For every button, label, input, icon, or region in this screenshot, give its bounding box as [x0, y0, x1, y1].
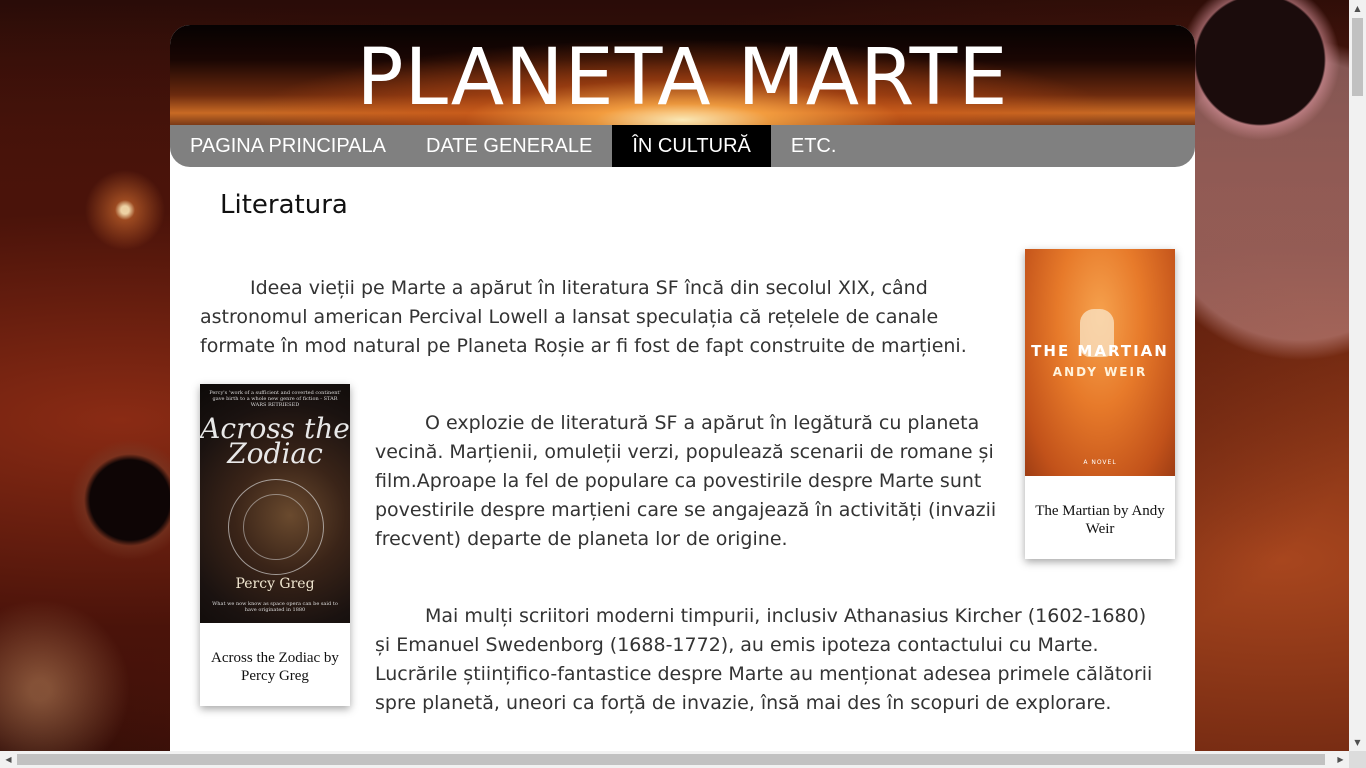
page-container: PLANETA MARTE PAGINA PRINCIPALA DATE GEN… — [170, 25, 1195, 752]
paragraph-explosion: O explozie de literatură SF a apărut în … — [375, 412, 997, 550]
cover-note: A NOVEL — [1083, 459, 1117, 466]
cover-blurb: Percy's 'work of a sufficient and covert… — [209, 390, 341, 408]
paragraph-early-writers: Mai mulți scriitori moderni timpurii, in… — [375, 605, 1153, 714]
zodiac-inner-ring-icon — [243, 494, 309, 560]
scroll-up-icon[interactable]: ▲ — [1349, 0, 1366, 17]
nav-item-in-cultura[interactable]: ÎN CULTURĂ — [612, 125, 771, 167]
cover-title: Across the Zodiac — [200, 412, 350, 470]
cover-title: THE MARTIAN — [1031, 342, 1169, 360]
book-cover-the-martian: THE MARTIAN ANDY WEIR A NOVEL — [1025, 249, 1175, 476]
section-title: Literatura — [220, 190, 348, 220]
site-title: PLANETA MARTE — [356, 33, 1009, 123]
horizontal-scrollbar[interactable]: ◀ ▶ — [0, 751, 1349, 768]
figure-caption: Across the Zodiac by Percy Greg — [211, 650, 339, 684]
paragraph-intro: Ideea vieții pe Marte a apărut în litera… — [200, 277, 967, 357]
vertical-scrollbar[interactable]: ▲ ▼ — [1349, 0, 1366, 751]
cover-note: What we now know as space opera can be s… — [212, 601, 338, 613]
vertical-scroll-thumb[interactable] — [1352, 18, 1363, 96]
scroll-left-icon[interactable]: ◀ — [0, 751, 17, 768]
header-banner: PLANETA MARTE — [170, 25, 1195, 125]
book-cover-across-the-zodiac: Percy's 'work of a sufficient and covert… — [200, 384, 350, 623]
scroll-right-icon[interactable]: ▶ — [1332, 751, 1349, 768]
cover-author: Percy Greg — [235, 576, 315, 592]
scrollbar-corner — [1349, 751, 1366, 768]
nav-item-etc[interactable]: ETC. — [771, 125, 857, 167]
main-nav: PAGINA PRINCIPALA DATE GENERALE ÎN CULTU… — [170, 125, 1195, 167]
nav-item-date-generale[interactable]: DATE GENERALE — [406, 125, 612, 167]
figure-across-the-zodiac: Percy's 'work of a sufficient and covert… — [200, 384, 350, 706]
figure-caption: The Martian by Andy Weir — [1035, 503, 1165, 537]
figure-the-martian: THE MARTIAN ANDY WEIR A NOVEL The Martia… — [1025, 249, 1175, 559]
scroll-down-icon[interactable]: ▼ — [1349, 734, 1366, 751]
cover-author: ANDY WEIR — [1052, 365, 1148, 379]
horizontal-scroll-thumb[interactable] — [17, 754, 1325, 765]
nav-item-pagina-principala[interactable]: PAGINA PRINCIPALA — [170, 125, 406, 167]
